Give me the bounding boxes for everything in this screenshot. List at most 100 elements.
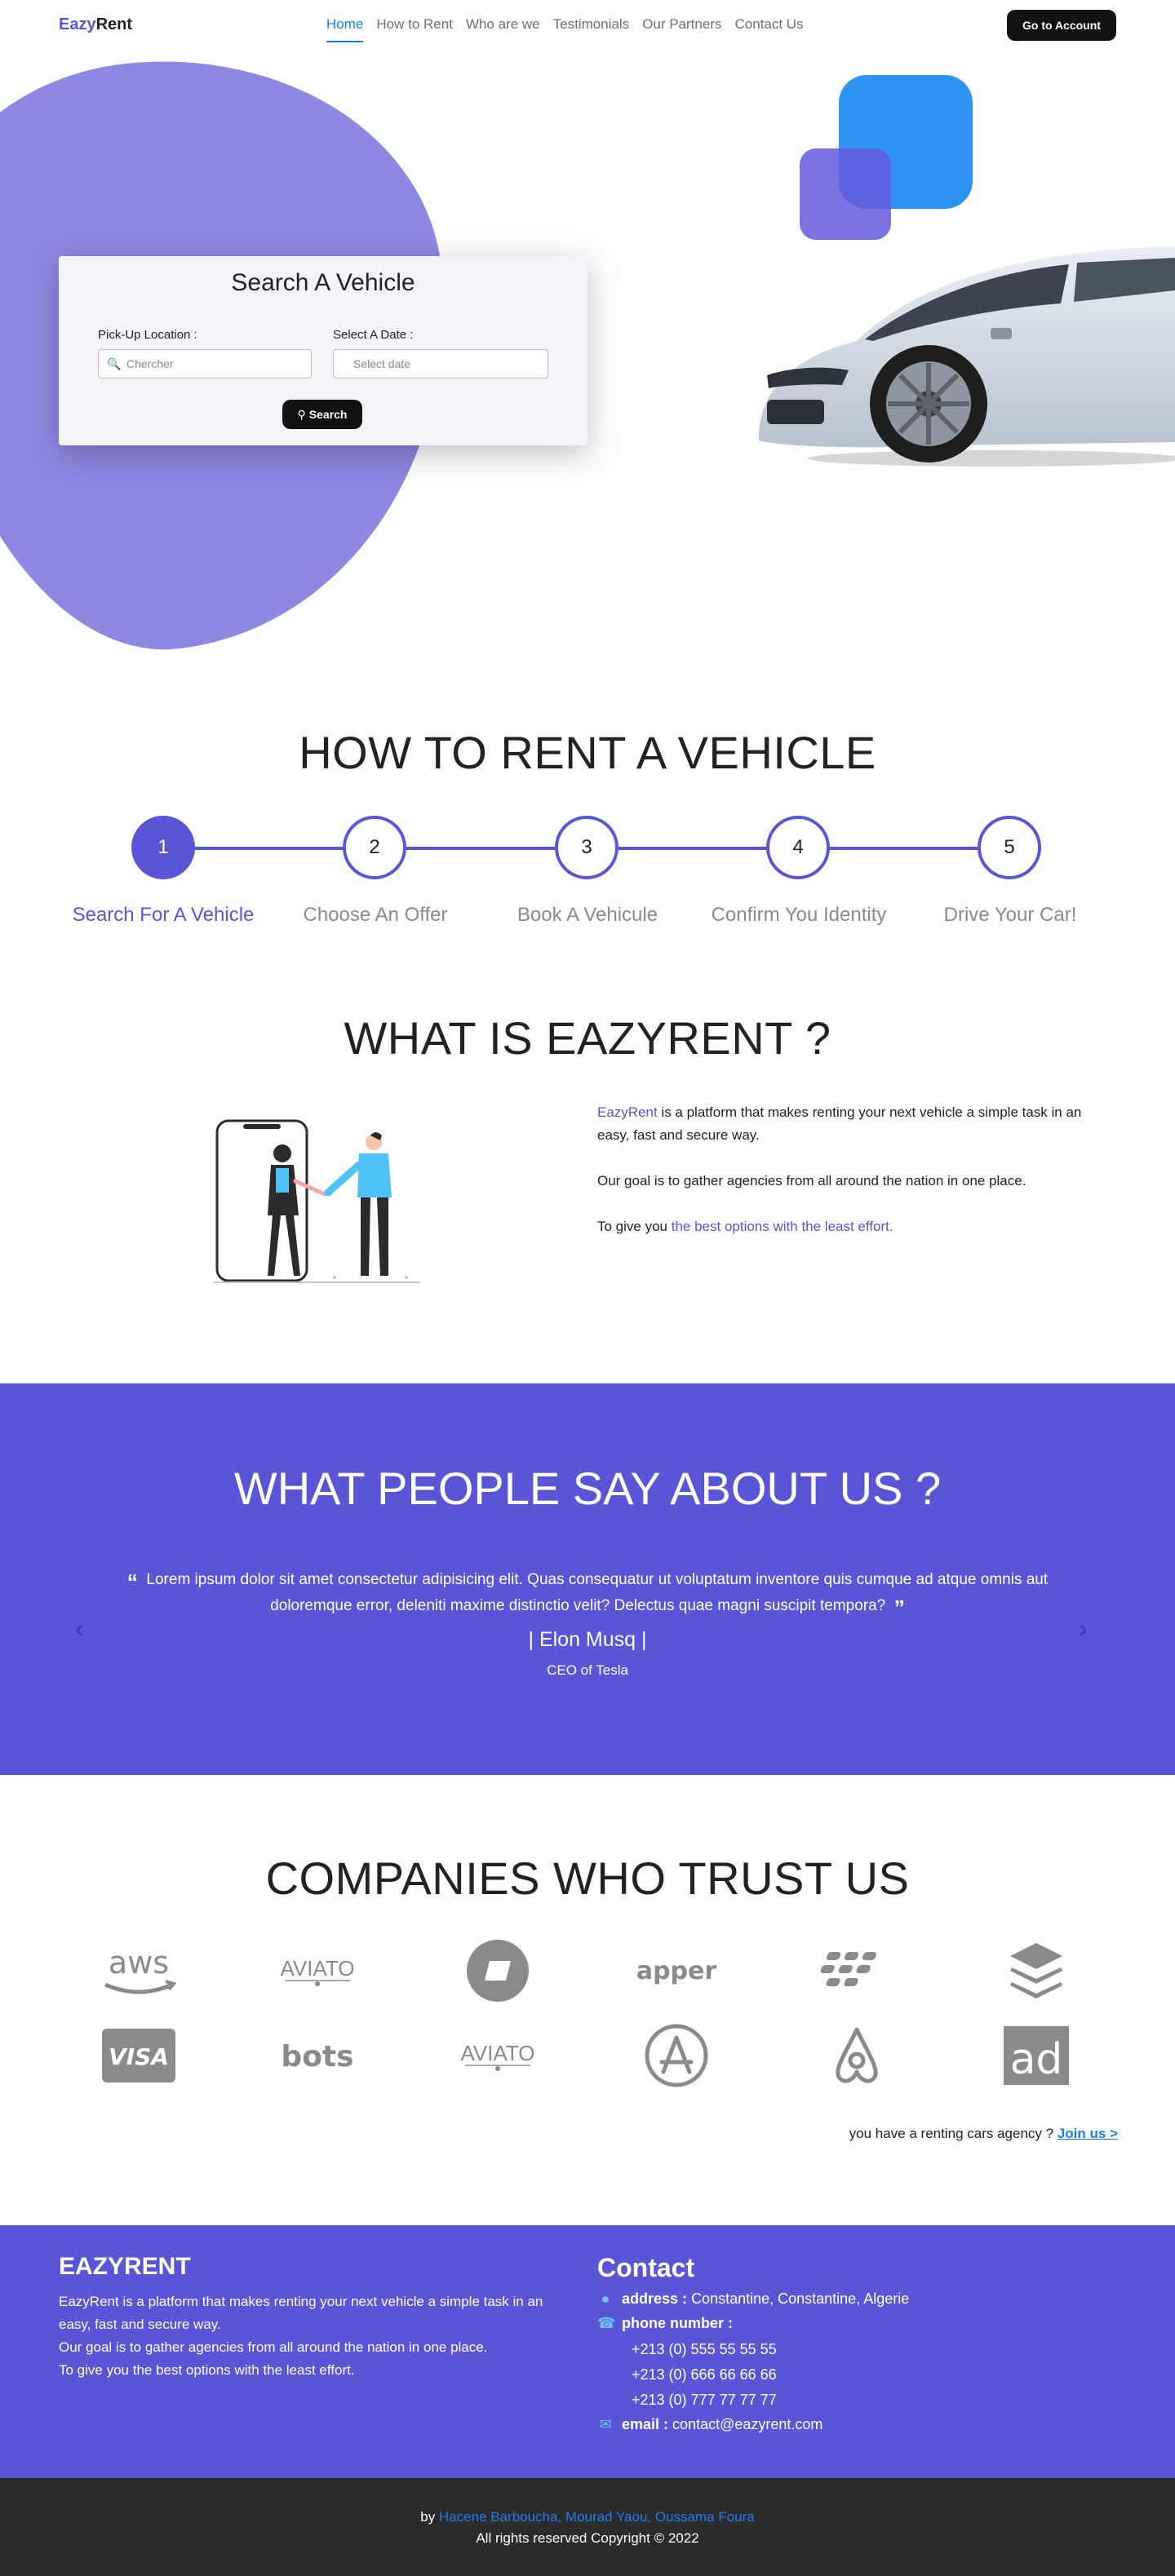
visa-logo: VISA: [90, 2023, 188, 2088]
open-quote-icon: “: [126, 1569, 138, 1594]
search-vehicle-card: Search A Vehicle Pick-Up Location : 🔍 Ch…: [59, 256, 588, 445]
agency-join-text: you have a renting cars agency ? Join us…: [849, 2126, 1118, 2142]
credits-authors[interactable]: Hacene Barboucha, Mourad Yaou, Oussama F…: [439, 2509, 755, 2525]
what-is-paragraph-3: To give you the best options with the le…: [597, 1215, 1111, 1238]
select-date-input[interactable]: Select date: [333, 349, 548, 378]
buffer-logo: [987, 1938, 1085, 2003]
ad-logo: ad: [987, 2023, 1085, 2088]
phone-number-2[interactable]: +213 (0) 666 66 66 66: [632, 2366, 777, 2383]
copyright-text: All rights reserved Copyright © 2022: [476, 2530, 699, 2546]
testimonials-section: WHAT PEOPLE SAY ABOUT US ? ‹ › “ Lorem i…: [0, 1383, 1175, 1775]
bottom-bar: by Hacene Barboucha, Mourad Yaou, Oussam…: [0, 2478, 1175, 2576]
step-label-2: Choose An Offer: [303, 904, 448, 926]
best-options-highlight: the best options with the least effort.: [671, 1219, 893, 1234]
step-label-4: Confirm You Identity: [711, 904, 887, 926]
select-date-label: Select A Date :: [333, 328, 414, 342]
testimonial-quote: “ Lorem ipsum dolor sit amet consectetur…: [90, 1568, 1085, 1620]
visa-logo-text: VISA: [109, 2043, 169, 2070]
step-circle-1: 1: [131, 816, 195, 879]
eazyrent-highlight: EazyRent: [597, 1104, 658, 1120]
phone-label: phone number :: [622, 2315, 733, 2331]
phone-number-1[interactable]: +213 (0) 555 55 55 55: [632, 2341, 777, 2358]
testimonial-author: | Elon Musq |: [528, 1628, 647, 1651]
join-us-link[interactable]: Join us >: [1058, 2126, 1118, 2141]
logo-part-rent: Rent: [95, 15, 133, 33]
airbnb-logo: [808, 2023, 906, 2088]
close-quote-icon: ”: [893, 1596, 905, 1620]
footer-desc-line-1: EazyRent is a platform that makes rentin…: [59, 2294, 543, 2332]
go-to-account-button[interactable]: Go to Account: [1007, 10, 1116, 41]
contact-email: ✉ email : contact@eazyrent.com: [597, 2416, 822, 2433]
aviato-logo-2-text: AVIATO: [460, 2041, 534, 2065]
how-to-rent-title: HOW TO RENT A VEHICLE: [299, 727, 876, 778]
address-label: address :: [622, 2291, 688, 2307]
search-icon: 🔍: [107, 357, 122, 370]
search-icon: ⚲: [297, 407, 306, 421]
what-is-paragraph-1: EazyRent is a platform that makes rentin…: [597, 1101, 1111, 1147]
step-circle-2: 2: [343, 816, 406, 879]
nav-who-are-we[interactable]: Who are we: [466, 16, 540, 42]
car-image: [758, 246, 1175, 467]
credits-line: by Hacene Barboucha, Mourad Yaou, Oussam…: [0, 2509, 1175, 2525]
envelope-icon: ✉: [599, 2416, 612, 2432]
pickup-location-placeholder: Chercher: [126, 357, 174, 370]
aws-logo-text: aws: [109, 1945, 169, 1981]
step-label-1: Search For A Vehicle: [72, 904, 255, 926]
search-card-title: Search A Vehicle: [231, 269, 415, 296]
what-is-eazyrent-title: WHAT IS EAZYRENT ?: [344, 1012, 831, 1064]
bots-logo-text: bots: [281, 2040, 353, 2074]
step-label-5: Drive Your Car!: [943, 904, 1077, 926]
top-navbar: EazyRent Home How to Rent Who are we Tes…: [0, 0, 1175, 51]
map-pin-icon: ●: [601, 2291, 610, 2307]
contact-title: Contact: [597, 2253, 695, 2282]
handshake-illustration: [214, 1119, 419, 1283]
contact-phone: ☎ phone number :: [597, 2315, 733, 2332]
email-value[interactable]: contact@eazyrent.com: [672, 2416, 822, 2432]
logo-part-eazy: Eazy: [59, 15, 96, 33]
step-circle-5: 5: [978, 816, 1041, 879]
ad-logo-text: ad: [1010, 2035, 1063, 2084]
nav-contact-us[interactable]: Contact Us: [734, 16, 803, 42]
aviato-circle-logo: [449, 1938, 547, 2003]
what-is-p3-start: To give you: [597, 1219, 672, 1234]
testimonials-title: WHAT PEOPLE SAY ABOUT US ?: [233, 1463, 942, 1514]
phone-number-3[interactable]: +213 (0) 777 77 77 77: [632, 2392, 777, 2409]
aviato-logo: AVIATO: [268, 1938, 366, 2003]
address-value: Constantine, Constantine, Algerie: [691, 2291, 910, 2307]
step-circle-3: 3: [555, 816, 619, 879]
bots-logo: bots: [268, 2023, 366, 2088]
credits-by: by: [420, 2509, 439, 2525]
apper-logo: apper: [627, 1938, 725, 2003]
decorative-purple-square: [800, 148, 891, 240]
email-label: email :: [622, 2416, 669, 2432]
search-button-label: Search: [308, 408, 348, 421]
aviato-logo-text: AVIATO: [280, 1956, 354, 1981]
aviato-logo-2: AVIATO: [449, 2023, 547, 2088]
step-label-3: Book A Vehicule: [517, 904, 658, 926]
select-date-placeholder: Select date: [353, 357, 411, 370]
search-button[interactable]: ⚲ Search: [282, 400, 362, 429]
testimonial-role: CEO of Tesla: [547, 1662, 628, 1678]
pickup-location-label: Pick-Up Location :: [98, 328, 197, 342]
step-circle-4: 4: [766, 816, 830, 879]
site-logo[interactable]: EazyRent: [59, 15, 132, 34]
what-is-p1-rest: is a platform that makes renting your ne…: [597, 1104, 1082, 1143]
what-is-paragraph-2: Our goal is to gather agencies from all …: [597, 1173, 1026, 1188]
agency-question: you have a renting cars agency ?: [849, 2126, 1058, 2141]
blackberry-logo: [808, 1938, 906, 2003]
footer-desc-line-2: Our goal is to gather agencies from all …: [59, 2339, 488, 2355]
nav-testimonials[interactable]: Testimonials: [553, 16, 630, 42]
pickup-location-input[interactable]: 🔍 Chercher: [98, 349, 312, 378]
footer-title: EAZYRENT: [59, 2253, 191, 2280]
testimonial-quote-text: Lorem ipsum dolor sit amet consectetur a…: [146, 1571, 1049, 1614]
footer-description: EazyRent is a platform that makes rentin…: [59, 2291, 556, 2382]
nav-our-partners[interactable]: Our Partners: [642, 16, 721, 42]
nav-how-to-rent[interactable]: How to Rent: [376, 16, 453, 42]
nav-home[interactable]: Home: [326, 16, 364, 42]
footer: EAZYRENT EazyRent is a platform that mak…: [0, 2225, 1175, 2478]
contact-address: ● address : Constantine, Constantine, Al…: [597, 2291, 910, 2308]
aws-logo: aws: [90, 1938, 188, 2003]
companies-title: COMPANIES WHO TRUST US: [265, 1852, 910, 1904]
footer-desc-line-3: To give you the best options with the le…: [59, 2362, 355, 2378]
nav-menu: Home How to Rent Who are we Testimonials…: [326, 16, 804, 42]
